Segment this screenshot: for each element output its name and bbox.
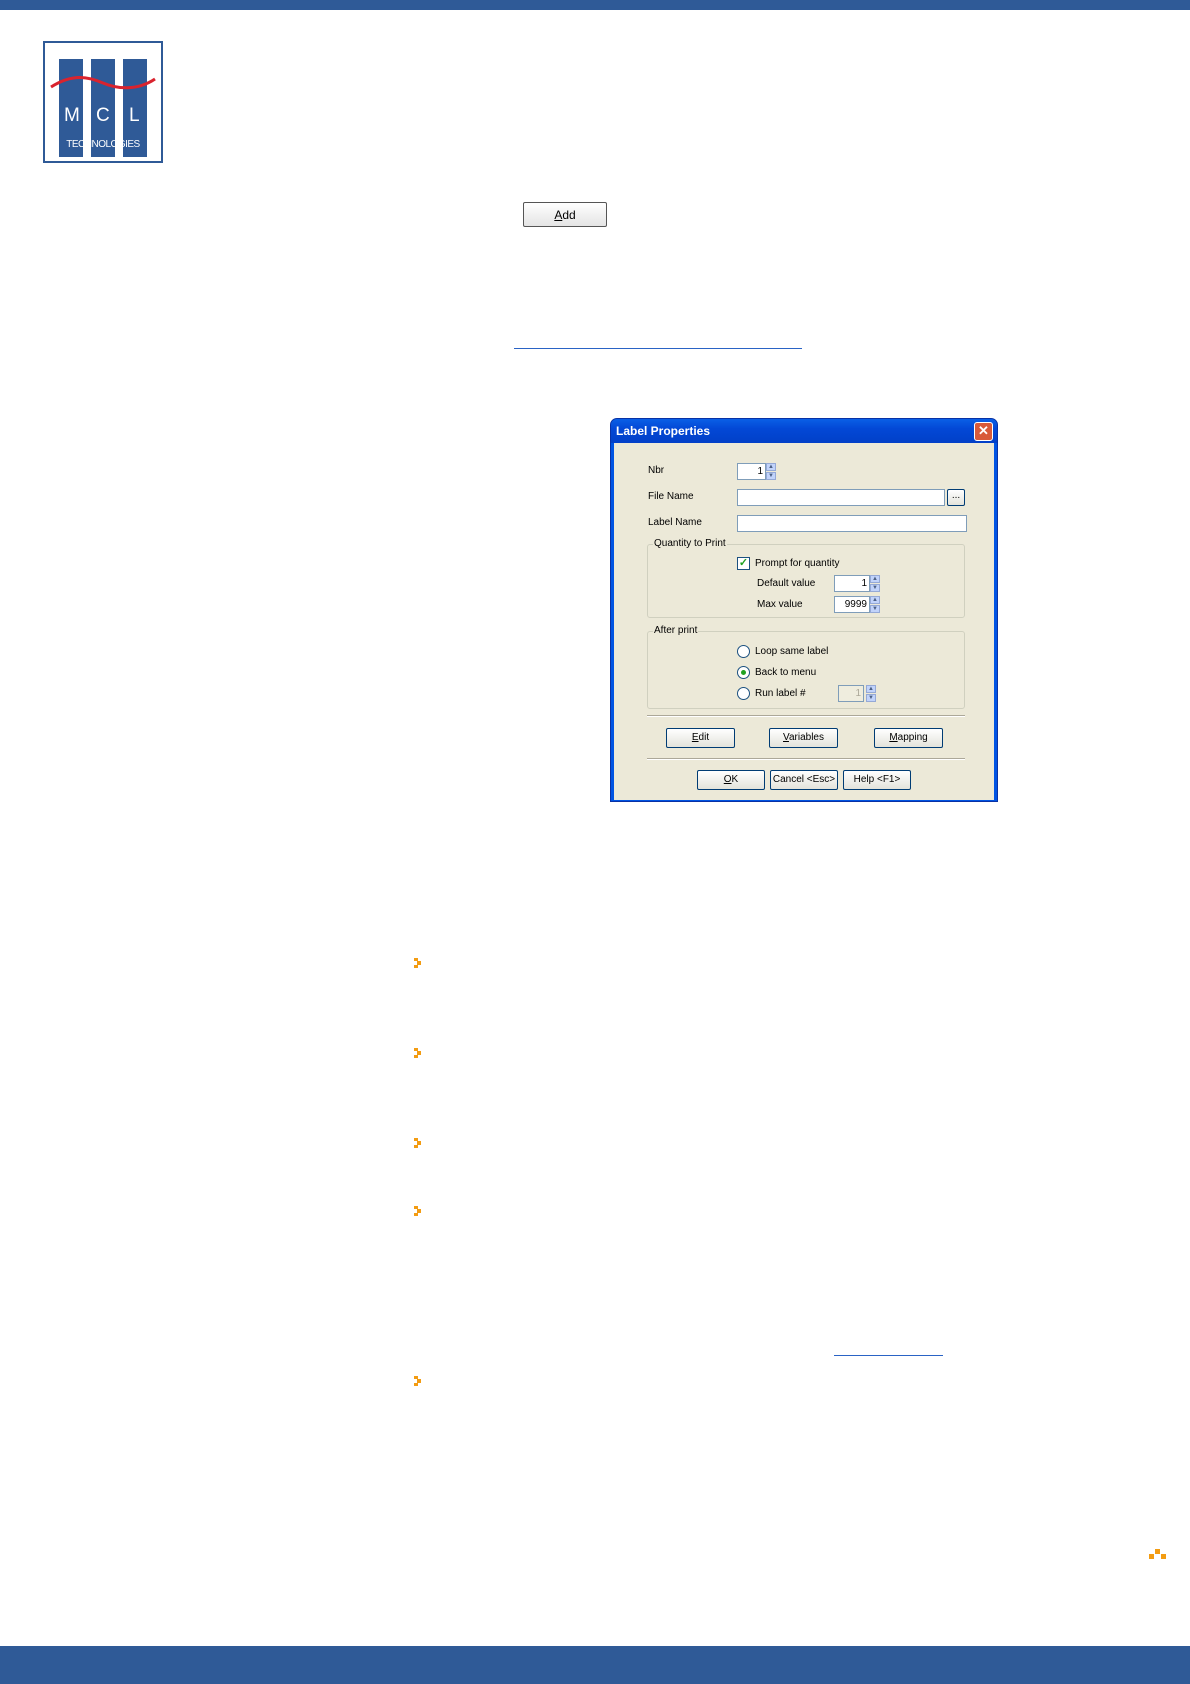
spin-down-icon[interactable]: ▼ xyxy=(870,584,880,592)
bullet-arrow-icon xyxy=(414,1138,421,1148)
back-to-top-icon[interactable] xyxy=(1149,1548,1167,1560)
add-button-label: dd xyxy=(562,207,576,222)
logo-letter: L xyxy=(129,105,140,126)
nbr-input[interactable]: 1 xyxy=(737,463,766,480)
edit-button[interactable]: Edit xyxy=(666,728,735,748)
max-value-input[interactable]: 9999 xyxy=(834,596,870,613)
dialog-title: Label Properties xyxy=(616,424,711,438)
run-label-input[interactable]: 1 xyxy=(838,685,864,702)
bullet-arrow-icon xyxy=(414,1206,421,1216)
bullet-arrow-icon xyxy=(414,1048,421,1058)
after-print-group-title: After print xyxy=(653,625,699,636)
run-label-spinner[interactable]: ▲ ▼ xyxy=(866,685,876,702)
top-bar xyxy=(0,0,1190,10)
mapping-label: apping xyxy=(897,732,928,743)
bottom-bar xyxy=(0,1646,1190,1684)
file-name-input[interactable] xyxy=(737,489,945,506)
variables-label: ariables xyxy=(788,732,824,743)
cancel-button[interactable]: Cancel <Esc> xyxy=(770,770,838,790)
logo-subtitle: TECHNOLOGIES xyxy=(66,139,140,150)
logo-letter: C xyxy=(96,105,110,126)
bullet-arrow-icon xyxy=(414,1376,421,1386)
spin-up-icon[interactable]: ▲ xyxy=(866,685,876,693)
quantity-group: Quantity to Print ✓ Prompt for quantity … xyxy=(647,538,965,618)
separator xyxy=(647,715,965,717)
logo-letter: M xyxy=(64,105,80,126)
edit-accel: E xyxy=(691,732,699,743)
mapping-accel: M xyxy=(889,732,898,743)
default-value-input[interactable]: 1 xyxy=(834,575,870,592)
separator xyxy=(647,758,965,760)
add-button[interactable]: Add xyxy=(523,202,607,227)
label-name-label: Label Name xyxy=(648,517,702,528)
spin-up-icon[interactable]: ▲ xyxy=(870,596,880,604)
label-properties-dialog: Label Properties ✕ Nbr 1 ▲ ▼ File Name ..… xyxy=(610,418,998,802)
help-button[interactable]: Help <F1> xyxy=(843,770,911,790)
hyperlink-underline[interactable] xyxy=(514,335,802,349)
prompt-checkbox[interactable]: ✓ xyxy=(737,557,750,570)
label-name-input[interactable] xyxy=(737,515,967,532)
hyperlink-underline[interactable] xyxy=(834,1342,943,1356)
close-icon[interactable]: ✕ xyxy=(974,422,993,441)
run-label-label: Run label # xyxy=(755,688,806,699)
back-to-menu-radio[interactable] xyxy=(737,666,750,679)
mapping-button[interactable]: Mapping xyxy=(874,728,943,748)
bullet-arrow-icon xyxy=(414,958,421,968)
ok-label: K xyxy=(731,774,739,785)
spin-down-icon[interactable]: ▼ xyxy=(870,605,880,613)
default-value-spinner[interactable]: ▲ ▼ xyxy=(870,575,880,592)
spin-up-icon[interactable]: ▲ xyxy=(766,463,776,471)
default-value-label: Default value xyxy=(757,578,816,589)
ok-accel: O xyxy=(723,774,732,785)
max-value-spinner[interactable]: ▲ ▼ xyxy=(870,596,880,613)
spin-up-icon[interactable]: ▲ xyxy=(870,575,880,583)
ok-button[interactable]: OK xyxy=(697,770,765,790)
quantity-group-title: Quantity to Print xyxy=(653,538,727,549)
dialog-titlebar[interactable]: Label Properties ✕ xyxy=(611,419,997,443)
file-name-label: File Name xyxy=(648,491,694,502)
after-print-group: After print Loop same label Back to menu… xyxy=(647,625,965,709)
spin-down-icon[interactable]: ▼ xyxy=(766,472,776,480)
mcl-logo: M C L TECHNOLOGIES xyxy=(43,41,163,163)
max-value-label: Max value xyxy=(757,599,803,610)
dialog-client: Nbr 1 ▲ ▼ File Name ... Label Name Quanti… xyxy=(614,443,994,800)
edit-label: dit xyxy=(698,732,710,743)
browse-button[interactable]: ... xyxy=(947,489,965,506)
prompt-label: Prompt for quantity xyxy=(755,558,840,569)
spin-down-icon[interactable]: ▼ xyxy=(866,694,876,702)
run-label-radio[interactable] xyxy=(737,687,750,700)
back-to-menu-label: Back to menu xyxy=(755,667,817,678)
loop-same-label-radio[interactable] xyxy=(737,645,750,658)
loop-same-label-label: Loop same label xyxy=(755,646,829,657)
nbr-spinner[interactable]: ▲ ▼ xyxy=(766,463,776,480)
variables-button[interactable]: Variables xyxy=(769,728,838,748)
nbr-label: Nbr xyxy=(648,465,665,476)
